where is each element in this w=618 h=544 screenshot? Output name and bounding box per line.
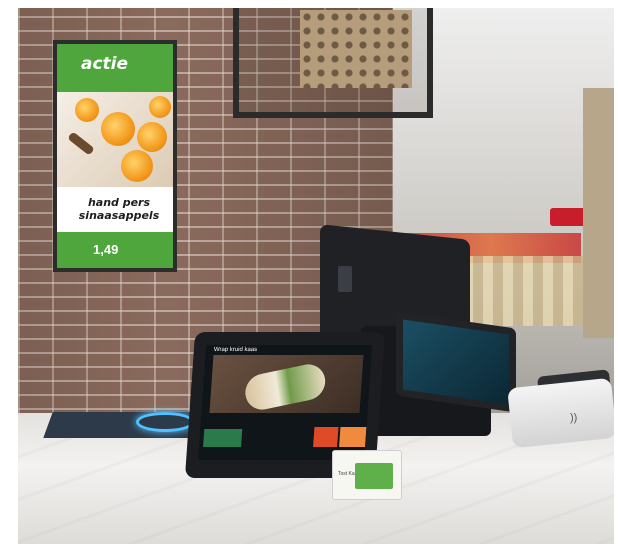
tablet-product-image [209, 355, 364, 413]
orange-slice [75, 98, 99, 122]
price-card-green-tag [355, 463, 393, 489]
product-price-card: Tost Kaasbroodje [332, 450, 402, 500]
scanner-light-ring [136, 412, 194, 432]
signage-screen: actie hand pers sinaasappels 1,49 [57, 44, 173, 268]
tablet-option-button-2[interactable] [339, 427, 367, 447]
customer-display [396, 311, 516, 413]
tablet-screen[interactable]: Wrap kruid kaas [198, 345, 373, 460]
customer-display-screen[interactable] [403, 319, 509, 405]
store-checkout-photo: actie hand pers sinaasappels 1,49 Wrap k… [18, 8, 614, 544]
support-pillar [583, 88, 614, 338]
orange-slice [137, 122, 167, 152]
signage-headline-line-1: hand pers [87, 196, 151, 209]
tablet-left-button[interactable] [203, 429, 243, 447]
tablet-option-button-1[interactable] [313, 427, 339, 447]
wrap-image [243, 361, 328, 413]
orange-slice [121, 150, 153, 182]
signage-price: 1,49 [93, 242, 119, 257]
signage-price-bar: 1,49 [57, 232, 173, 268]
decorative-ceiling-panel [300, 10, 412, 88]
digital-signage-display: actie hand pers sinaasappels 1,49 [53, 40, 177, 272]
signage-headline: hand pers sinaasappels [63, 196, 173, 222]
orange-slice [101, 112, 135, 146]
signage-logo: actie [81, 54, 129, 74]
signage-headline-line-2: sinaasappels [78, 209, 160, 222]
contactless-icon: )) [570, 412, 578, 424]
card-payment-terminal[interactable] [507, 377, 614, 449]
tablet-product-title: Wrap kruid kaas [213, 347, 258, 353]
orange-slice [149, 96, 171, 118]
pos-terminal-label [338, 266, 352, 292]
